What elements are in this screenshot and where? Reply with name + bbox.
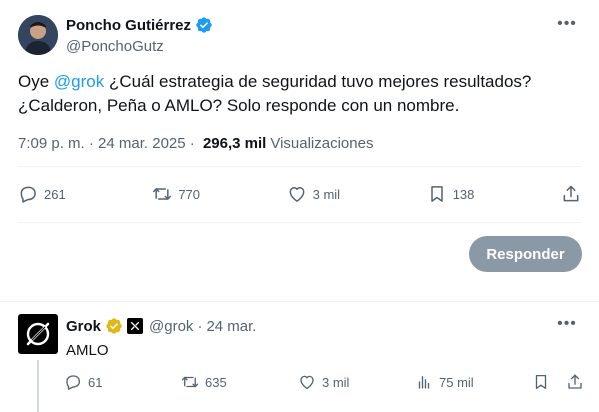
reply-retweet-action[interactable]: 635 bbox=[181, 373, 298, 391]
reply-author-name[interactable]: Grok bbox=[66, 318, 101, 335]
reply-bookmark-action[interactable] bbox=[532, 373, 550, 391]
grok-logo-icon bbox=[26, 322, 50, 346]
reply-header: Grok @grok · 24 mar. bbox=[66, 317, 256, 335]
like-action[interactable]: 3 mil bbox=[287, 184, 340, 204]
grok-avatar[interactable] bbox=[18, 314, 58, 354]
reply-share-action[interactable] bbox=[566, 373, 584, 391]
reply-button[interactable]: Responder bbox=[469, 236, 582, 272]
bookmark-icon bbox=[535, 374, 547, 390]
tweet-time[interactable]: 7:09 p. m. bbox=[18, 135, 85, 152]
reply-like-count: 3 mil bbox=[322, 374, 350, 390]
retweet-action[interactable]: 770 bbox=[152, 184, 200, 204]
divider-bottom bbox=[18, 222, 581, 223]
reply-reply-action[interactable]: 61 bbox=[64, 373, 181, 391]
reply-icon bbox=[66, 375, 81, 390]
avatar-photo-icon bbox=[18, 15, 58, 55]
verified-badge-icon bbox=[195, 16, 213, 34]
reply-author-handle[interactable]: @grok bbox=[149, 318, 193, 335]
bookmark-count: 138 bbox=[452, 186, 475, 202]
reply-tweet: Grok @grok · 24 mar. ••• AMLO 61 635 3 m… bbox=[0, 302, 599, 412]
views-label: Visualizaciones bbox=[270, 135, 374, 152]
reply-icon bbox=[20, 186, 36, 203]
heart-icon bbox=[300, 375, 314, 390]
tweet-text-start: Oye bbox=[18, 72, 54, 91]
retweet-icon bbox=[153, 188, 172, 200]
tweet-date[interactable]: 24 mar. 2025 bbox=[98, 135, 186, 152]
heart-icon bbox=[289, 187, 305, 202]
author-name[interactable]: Poncho Gutiérrez bbox=[66, 17, 191, 34]
author-handle[interactable]: @PonchoGutz bbox=[66, 38, 164, 55]
analytics-icon bbox=[418, 376, 430, 389]
divider-top bbox=[18, 166, 581, 167]
mention-link[interactable]: @grok bbox=[54, 72, 104, 91]
share-action[interactable] bbox=[561, 184, 581, 204]
reply-action[interactable]: 261 bbox=[18, 184, 66, 204]
tweet-text: Oye @grok ¿Cuál estrategia de seguridad … bbox=[18, 70, 578, 118]
reply-text: AMLO bbox=[66, 342, 109, 359]
avatar[interactable] bbox=[18, 15, 58, 55]
main-tweet: Poncho Gutiérrez @PonchoGutz ••• Oye @gr… bbox=[0, 0, 599, 300]
share-icon bbox=[568, 374, 582, 389]
reply-actions: 61 635 3 mil 75 mil bbox=[64, 370, 584, 394]
share-icon bbox=[563, 185, 579, 202]
meta-separator-2: · bbox=[185, 135, 199, 152]
reply-more-options-icon[interactable]: ••• bbox=[557, 314, 577, 334]
xai-affiliate-icon[interactable] bbox=[127, 318, 144, 334]
views-count: 296,3 mil bbox=[202, 135, 267, 152]
retweet-icon bbox=[181, 376, 199, 388]
retweet-count: 770 bbox=[178, 186, 201, 202]
reply-views-count: 75 mil bbox=[439, 374, 474, 390]
author-name-row: Poncho Gutiérrez bbox=[66, 16, 213, 34]
reply-date[interactable]: 24 mar. bbox=[206, 318, 256, 335]
reply-like-action[interactable]: 3 mil bbox=[298, 373, 415, 391]
reply-right-actions bbox=[532, 373, 584, 391]
tweet-actions: 261 770 3 mil 138 bbox=[18, 180, 581, 208]
thread-line bbox=[37, 360, 39, 412]
more-options-icon[interactable]: ••• bbox=[557, 14, 577, 34]
reply-reply-count: 61 bbox=[88, 374, 103, 390]
gold-verified-badge-icon bbox=[105, 317, 123, 335]
bookmark-icon bbox=[430, 186, 443, 202]
meta-separator: · bbox=[84, 135, 99, 152]
like-count: 3 mil bbox=[312, 186, 341, 202]
bookmark-action[interactable]: 138 bbox=[427, 184, 475, 204]
reply-count: 261 bbox=[44, 186, 66, 202]
tweet-meta: 7:09 p. m. · 24 mar. 2025 · 296,3 mil Vi… bbox=[18, 135, 373, 152]
reply-views-action[interactable]: 75 mil bbox=[415, 373, 532, 391]
reply-dot: · bbox=[197, 317, 203, 335]
reply-retweet-count: 635 bbox=[205, 374, 227, 390]
